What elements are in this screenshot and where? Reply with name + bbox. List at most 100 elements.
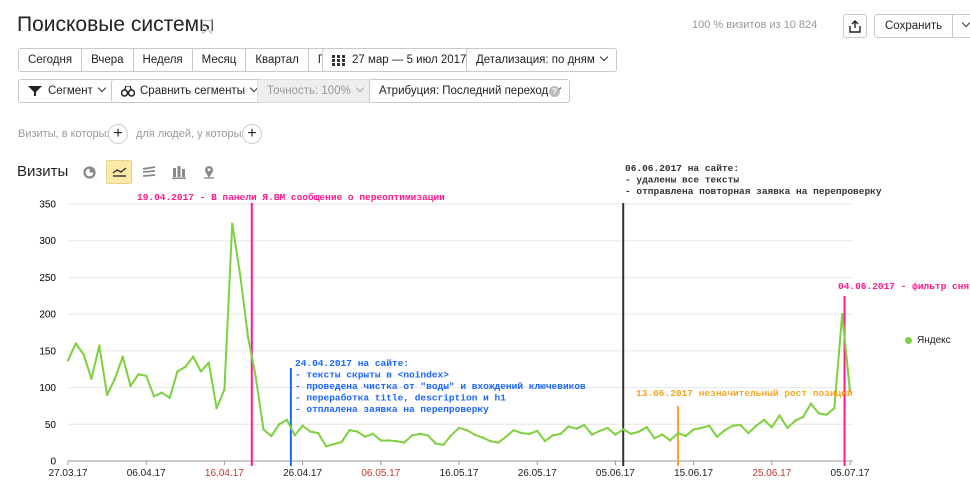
data-point[interactable] [715, 435, 719, 438]
data-point[interactable] [74, 342, 78, 345]
data-point[interactable] [121, 355, 124, 358]
data-point[interactable] [363, 435, 367, 438]
data-point[interactable] [199, 370, 203, 373]
data-point[interactable] [739, 423, 742, 427]
data-point[interactable] [559, 432, 562, 436]
data-point[interactable] [184, 365, 187, 369]
data-point[interactable] [668, 439, 672, 442]
data-point[interactable] [786, 426, 789, 430]
save-menu-button[interactable] [952, 14, 970, 38]
data-point[interactable] [379, 439, 382, 442]
data-point[interactable] [801, 415, 805, 419]
data-point[interactable] [113, 377, 117, 380]
data-point[interactable] [395, 439, 398, 443]
data-point[interactable] [676, 431, 680, 435]
data-point[interactable] [82, 353, 85, 356]
data-point[interactable] [590, 433, 594, 436]
data-point[interactable] [332, 442, 336, 446]
data-point[interactable] [356, 430, 359, 433]
data-point[interactable] [246, 334, 250, 338]
data-point[interactable] [528, 432, 531, 436]
data-point[interactable] [152, 395, 156, 398]
period-month-button[interactable]: Месяц [191, 48, 247, 72]
bookmark-icon[interactable] [202, 20, 212, 33]
chart-legend[interactable]: Яндекс [905, 335, 951, 346]
data-point[interactable] [637, 430, 641, 433]
data-point[interactable] [598, 429, 601, 433]
data-point[interactable] [176, 370, 179, 373]
detail-dropdown[interactable]: Детализация: по дням [466, 48, 617, 72]
data-point[interactable] [489, 439, 492, 443]
data-point[interactable] [809, 402, 813, 405]
data-point[interactable] [692, 428, 695, 431]
data-point[interactable] [551, 434, 555, 437]
data-point[interactable] [207, 361, 210, 364]
data-point[interactable] [481, 436, 484, 439]
data-point[interactable] [277, 423, 281, 426]
data-point[interactable] [215, 406, 218, 410]
help-icon[interactable]: ? [549, 86, 560, 97]
attribution-dropdown[interactable]: Атрибуция: Последний переход [369, 79, 571, 103]
data-point[interactable] [700, 426, 703, 430]
data-point[interactable] [191, 355, 195, 358]
data-point[interactable] [833, 406, 836, 410]
data-point[interactable] [434, 442, 437, 445]
data-point[interactable] [645, 426, 648, 429]
data-point[interactable] [536, 429, 539, 433]
data-point[interactable] [442, 443, 445, 447]
data-point[interactable] [168, 396, 171, 400]
data-point[interactable] [301, 424, 304, 427]
data-point[interactable] [105, 393, 109, 397]
data-point[interactable] [794, 419, 797, 422]
data-point[interactable] [661, 433, 664, 436]
data-point[interactable] [747, 431, 750, 435]
data-point[interactable] [770, 426, 773, 429]
data-point[interactable] [629, 432, 633, 436]
date-range-button[interactable]: 27 мар — 5 июл 2017 [322, 48, 477, 72]
data-point[interactable] [684, 434, 687, 438]
data-point[interactable] [731, 424, 734, 427]
data-point[interactable] [582, 423, 586, 427]
data-point[interactable] [403, 441, 406, 444]
data-point[interactable] [825, 413, 828, 416]
data-point[interactable] [145, 374, 148, 378]
data-point[interactable] [723, 428, 727, 432]
data-point[interactable] [543, 439, 547, 443]
data-point[interactable] [614, 433, 617, 436]
data-point[interactable] [293, 434, 296, 437]
data-point[interactable] [270, 434, 273, 438]
data-point[interactable] [129, 384, 132, 388]
data-point[interactable] [504, 435, 508, 438]
data-point[interactable] [496, 441, 500, 444]
data-point[interactable] [137, 373, 140, 376]
data-point[interactable] [465, 428, 469, 432]
data-point[interactable] [371, 432, 375, 436]
data-point[interactable] [817, 412, 820, 415]
data-point[interactable] [473, 433, 476, 436]
segment-dropdown[interactable]: Сегмент [18, 79, 115, 103]
compare-segments-dropdown[interactable]: Сравнить сегменты [111, 79, 267, 103]
data-point[interactable] [98, 344, 101, 347]
data-point[interactable] [457, 426, 461, 430]
add-people-filter-button[interactable]: + [242, 124, 262, 144]
period-today-button[interactable]: Сегодня [18, 48, 83, 72]
data-point[interactable] [340, 440, 343, 444]
data-point[interactable] [520, 431, 523, 435]
data-point[interactable] [90, 377, 93, 380]
data-point[interactable] [254, 375, 257, 378]
add-visits-filter-button[interactable]: + [108, 124, 128, 144]
data-point[interactable] [426, 434, 429, 437]
data-point[interactable] [512, 428, 515, 432]
data-point[interactable] [449, 434, 453, 437]
period-quarter-button[interactable]: Квартал [245, 48, 309, 72]
data-point[interactable] [754, 424, 758, 427]
data-point[interactable] [160, 391, 164, 394]
export-button[interactable] [843, 14, 867, 38]
data-point[interactable] [285, 418, 289, 422]
data-point[interactable] [762, 418, 766, 422]
data-point[interactable] [606, 426, 609, 430]
data-point[interactable] [348, 428, 351, 432]
accuracy-dropdown[interactable]: Точность: 100% [257, 79, 373, 103]
data-point[interactable] [567, 425, 570, 428]
data-point[interactable] [708, 424, 711, 427]
